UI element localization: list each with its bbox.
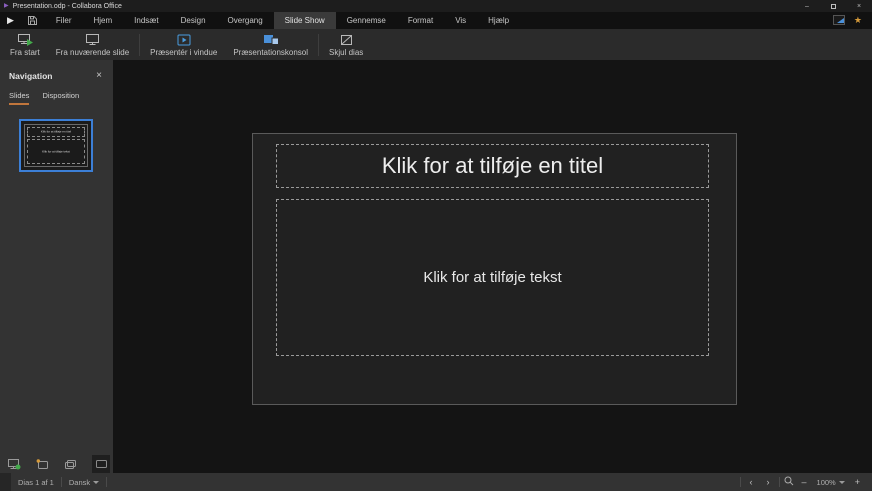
new-slide-button[interactable]	[28, 455, 56, 473]
zoom-tool-button[interactable]	[784, 476, 794, 488]
thumbnail-title-text: Klik for at tilføje en titel	[28, 131, 84, 134]
toolbar-separator	[139, 34, 140, 56]
caret-down-icon	[93, 481, 99, 484]
slide-thumbnail-frame: Klik for at tilføje en titel Klik for at…	[24, 124, 88, 167]
tab-disposition[interactable]: Disposition	[42, 91, 79, 105]
tool-label: Fra start	[10, 48, 40, 57]
menu-item-gennemse[interactable]: Gennemse	[336, 12, 397, 29]
tool-label: Præsentationskonsol	[233, 48, 308, 57]
close-button[interactable]: ×	[846, 0, 872, 12]
navigation-panel: Navigation × Slides Disposition Klik for…	[0, 60, 113, 473]
thumbnail-title-placeholder: Klik for at tilføje en titel	[27, 127, 85, 137]
title-bar: ▶ Presentation.odp - Collabora Office – …	[0, 0, 872, 12]
window-controls: – ×	[794, 0, 872, 12]
slide-thumbnail[interactable]: Klik for at tilføje en titel Klik for at…	[19, 119, 93, 172]
maximize-button[interactable]	[820, 0, 846, 12]
tool-label: Skjul dias	[329, 48, 363, 57]
star-button[interactable]: ★	[854, 16, 862, 25]
from-start-button[interactable]: Fra start	[2, 29, 48, 60]
menu-item-slide-show[interactable]: Slide Show	[274, 12, 336, 29]
tool-label: Fra nuværende slide	[56, 48, 129, 57]
maximize-icon	[831, 4, 836, 9]
presenter-console-button[interactable]: Præsentationskonsol	[225, 29, 316, 60]
slide-body-placeholder-text: Klik for at tilføje tekst	[423, 269, 561, 286]
start-presentation-icon	[7, 458, 21, 470]
impress-logo-icon: ▶	[0, 12, 20, 29]
slide-editor[interactable]: Klik for at tilføje en titel Klik for at…	[252, 133, 737, 405]
slide-title-placeholder[interactable]: Klik for at tilføje en titel	[276, 144, 709, 188]
status-bar: Dias 1 af 1 Dansk ‹ › – 100% +	[0, 473, 872, 491]
next-slide-button[interactable]: ›	[762, 477, 775, 487]
screen-share-button[interactable]	[833, 15, 845, 27]
slide-title-placeholder-text: Klik for at tilføje en titel	[382, 153, 603, 179]
menu-item-indsaet[interactable]: Indsæt	[123, 12, 169, 29]
status-separator	[740, 477, 741, 487]
menu-item-filer[interactable]: Filer	[45, 12, 83, 29]
save-icon	[27, 15, 38, 26]
slide-show-toolbar: Fra start Fra nuværende slide Præsentér …	[0, 29, 872, 60]
tool-label: Præsentér i vindue	[150, 48, 217, 57]
panel-close-button[interactable]: ×	[92, 68, 106, 82]
status-bar-corner	[0, 473, 11, 491]
present-in-window-icon	[177, 33, 191, 46]
menu-item-hjaelp[interactable]: Hjælp	[477, 12, 520, 29]
window-title: Presentation.odp - Collabora Office	[13, 3, 122, 10]
slide-layout-icon	[95, 459, 108, 469]
panel-bottom-toolbar	[0, 455, 113, 473]
hide-slide-button[interactable]: Skjul dias	[321, 29, 371, 60]
zoom-in-button[interactable]: +	[851, 477, 864, 487]
language-selector[interactable]: Dansk	[62, 478, 106, 487]
magnifier-icon	[784, 476, 794, 486]
menu-item-format[interactable]: Format	[397, 12, 444, 29]
navigation-panel-title: Navigation	[9, 71, 52, 81]
minimize-button[interactable]: –	[794, 0, 820, 12]
previous-slide-button[interactable]: ‹	[745, 477, 758, 487]
menu-item-overgang[interactable]: Overgang	[217, 12, 274, 29]
zoom-out-button[interactable]: –	[798, 477, 811, 487]
tab-slides[interactable]: Slides	[9, 91, 29, 105]
status-bar-right: ‹ › – 100% +	[740, 476, 872, 488]
status-separator	[106, 477, 107, 487]
slide-body-placeholder[interactable]: Klik for at tilføje tekst	[276, 199, 709, 356]
caret-down-icon	[839, 481, 845, 484]
present-in-window-button[interactable]: Præsentér i vindue	[142, 29, 225, 60]
save-button[interactable]	[20, 12, 45, 29]
app-logo-icon: ▶	[4, 3, 9, 9]
slide-canvas: Klik for at tilføje en titel Klik for at…	[113, 60, 872, 473]
start-presentation-button[interactable]	[0, 455, 28, 473]
presentation-current-slide-icon	[85, 33, 100, 46]
menu-item-vis[interactable]: Vis	[444, 12, 477, 29]
zoom-level-selector[interactable]: 100%	[815, 478, 847, 487]
from-current-slide-button[interactable]: Fra nuværende slide	[48, 29, 137, 60]
status-separator	[779, 477, 780, 487]
menu-bar: ▶ Filer Hjem Indsæt Design Overgang Slid…	[0, 12, 872, 29]
screen-icon	[833, 15, 845, 25]
menu-item-design[interactable]: Design	[170, 12, 217, 29]
slide-layout-button[interactable]	[92, 455, 110, 473]
toolbar-separator	[318, 34, 319, 56]
new-slide-icon	[36, 459, 49, 470]
thumbnail-body-text: Klik for at tilføje tekst	[28, 150, 84, 153]
duplicate-slide-icon	[64, 459, 77, 470]
language-label: Dansk	[69, 478, 90, 487]
slide-counter: Dias 1 af 1	[11, 478, 61, 487]
presentation-from-start-icon	[17, 33, 33, 46]
duplicate-slide-button[interactable]	[56, 455, 84, 473]
zoom-level-value: 100%	[817, 478, 836, 487]
navigation-tabs: Slides Disposition	[9, 91, 79, 105]
thumbnail-body-placeholder: Klik for at tilføje tekst	[27, 139, 85, 164]
menu-item-hjem[interactable]: Hjem	[82, 12, 123, 29]
presenter-console-icon	[263, 33, 279, 46]
hide-slide-icon	[340, 33, 353, 46]
